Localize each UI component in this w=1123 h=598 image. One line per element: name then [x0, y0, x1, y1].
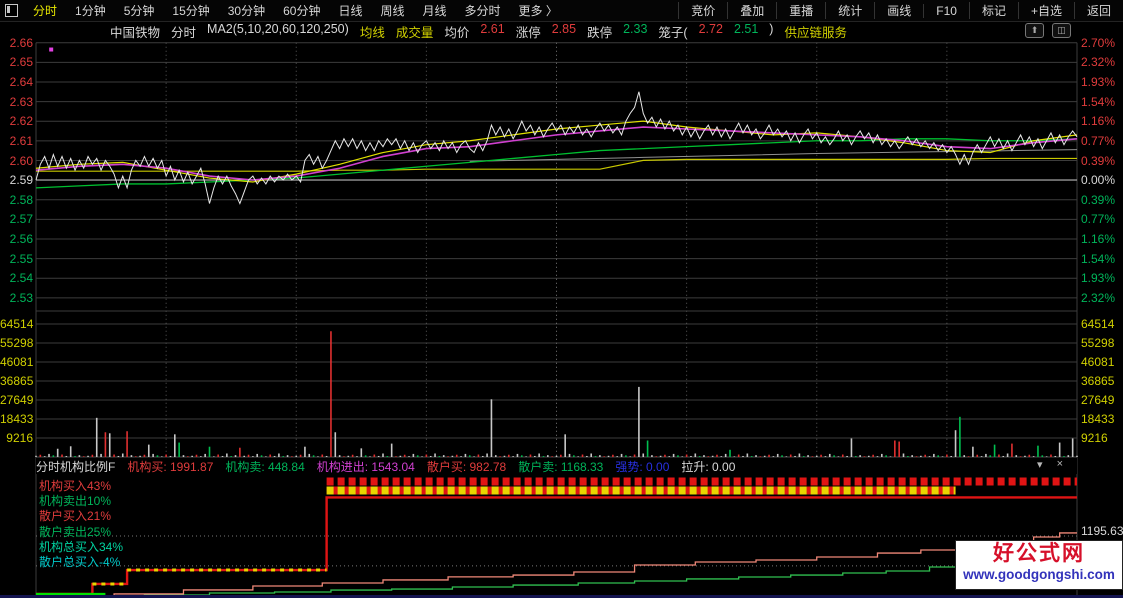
pct-axis-label: 1.93% — [1081, 271, 1116, 286]
pct-axis-label: 55298 — [1081, 336, 1115, 350]
price-axis-label: 2.55 — [9, 251, 33, 266]
price-axis-label: 64514 — [0, 317, 34, 331]
pct-axis-label: 46081 — [1081, 355, 1115, 369]
indicator-panel-header: 分时机构比例F 机构买: 1991.87 机构卖: 448.84 机构进出: 1543… — [36, 458, 1077, 474]
price-axis-label: 2.64 — [9, 75, 33, 90]
pct-axis-label: 36865 — [1081, 374, 1115, 388]
indicator-stat-5: 散户卖: 1168.33 — [518, 459, 604, 474]
pct-axis-label: 9216 — [1081, 431, 1108, 445]
price-axis-label: 55298 — [0, 336, 34, 350]
price-axis-label: 2.54 — [9, 271, 33, 286]
pct-axis-label: 0.77% — [1081, 212, 1116, 227]
pct-axis-label: 2.32% — [1081, 290, 1116, 305]
price-axis-label: 36865 — [0, 374, 34, 388]
price-axis-label: 2.59 — [9, 173, 33, 188]
pct-axis-label: 64514 — [1081, 317, 1115, 331]
chart-canvas[interactable] — [0, 0, 1123, 598]
pct-axis-label: 0.77% — [1081, 133, 1116, 148]
panel-label-1: 机构卖出10% — [39, 494, 112, 509]
watermark: 好公式网 www.goodgongshi.com — [955, 540, 1123, 590]
indicator-stat-1: 机构买: 1991.87 — [127, 459, 214, 474]
panel-label-0: 机构买入43% — [39, 479, 112, 493]
panel-right-value: 1195.63 — [1081, 524, 1123, 538]
price-axis-label: 27649 — [0, 393, 34, 407]
pct-axis-label: 27649 — [1081, 393, 1115, 407]
indicator-stat-2: 机构卖: 448.84 — [225, 459, 305, 474]
pct-axis-label: 1.54% — [1081, 251, 1116, 266]
price-axis-label: 2.61 — [9, 133, 33, 148]
indicator-stat-4: 散户买: 982.78 — [426, 459, 507, 474]
price-axis-label: 2.56 — [9, 232, 33, 246]
indicator-stat-7: 拉升: 0.00 — [681, 459, 736, 474]
price-axis-label: 9216 — [6, 431, 33, 445]
pct-axis-label: 2.32% — [1081, 55, 1116, 70]
indicator-stat-0: 分时机构比例F — [36, 459, 116, 474]
panel-label-4: 机构总买入34% — [39, 539, 124, 554]
price-axis-label: 46081 — [0, 355, 34, 369]
pct-axis-label: 1.54% — [1081, 94, 1116, 109]
price-axis-label: 2.60 — [9, 153, 33, 168]
panel-label-3: 散户卖出25% — [39, 524, 112, 539]
app-window: 分时 1分钟 5分钟 15分钟 30分钟 60分钟 日线 周线 月线 多分时 更多 〉 竞价 叠加 重播… — [0, 0, 1123, 598]
price-axis-label: 2.58 — [9, 192, 33, 207]
panel-label-5: 散户总买入-4% — [39, 555, 121, 569]
price-axis-label: 2.66 — [9, 35, 33, 50]
price-axis-label: 2.63 — [9, 94, 33, 109]
pct-axis-label: 1.16% — [1081, 114, 1116, 129]
indicator-stat-6: 强势: 0.00 — [615, 459, 670, 474]
pct-axis-label: 0.00% — [1081, 173, 1116, 188]
close-icon[interactable]: × — [1057, 458, 1063, 471]
pct-axis-label: 2.70% — [1081, 35, 1116, 50]
collapse-icon[interactable]: ▾ — [1037, 458, 1043, 471]
watermark-title: 好公式网 — [993, 542, 1085, 565]
pct-axis-label: 0.39% — [1081, 153, 1116, 168]
price-axis-label: 18433 — [0, 412, 34, 426]
price-axis-label: 2.53 — [9, 290, 33, 305]
pct-axis-label: 1.16% — [1081, 232, 1116, 246]
price-axis-label: 2.62 — [9, 114, 33, 129]
panel-label-2: 散户买入21% — [39, 509, 112, 524]
pct-axis-label: 0.39% — [1081, 192, 1116, 207]
pct-axis-label: 1.93% — [1081, 75, 1116, 90]
price-axis-label: 2.57 — [9, 212, 33, 227]
indicator-stat-3: 机构进出: 1543.04 — [316, 459, 415, 474]
watermark-url: www.goodgongshi.com — [963, 567, 1115, 582]
price-axis-label: 2.65 — [9, 55, 33, 70]
pct-axis-label: 18433 — [1081, 412, 1115, 426]
